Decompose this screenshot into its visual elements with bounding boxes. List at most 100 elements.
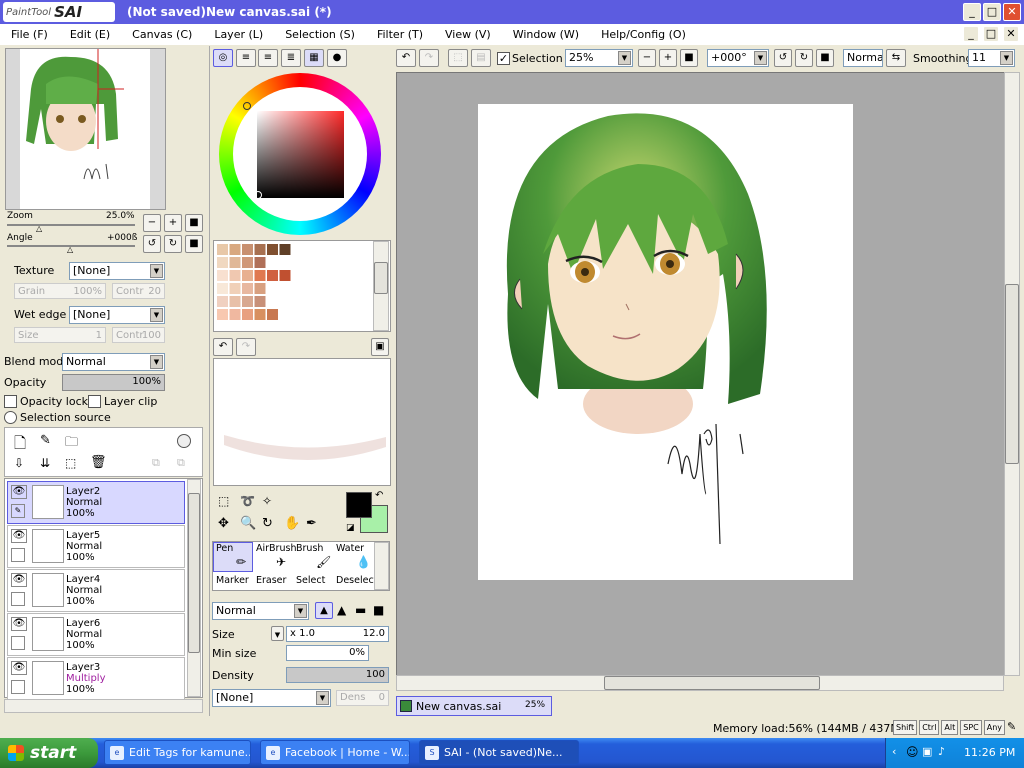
doc-close-button[interactable]: ✕ bbox=[1003, 26, 1019, 42]
layer-list-hscrollbar[interactable] bbox=[4, 699, 203, 713]
navigator-preview[interactable] bbox=[5, 48, 166, 210]
zoom-in-button[interactable]: + bbox=[164, 214, 182, 232]
brush-texture-select[interactable]: [None] ▼ bbox=[212, 689, 331, 707]
tool-water[interactable]: Water bbox=[336, 543, 364, 554]
toolbar-rotate-ccw-icon[interactable]: ↺ bbox=[774, 49, 792, 67]
color-swatch[interactable] bbox=[242, 283, 253, 294]
doc-restore-button[interactable]: □ bbox=[983, 26, 999, 42]
drawing-canvas[interactable] bbox=[478, 104, 853, 580]
rotate-cw-button[interactable]: ↻ bbox=[164, 235, 182, 253]
color-swatch[interactable] bbox=[217, 270, 228, 281]
swatches-tab-icon[interactable]: ▦ bbox=[304, 49, 324, 67]
zoom-select[interactable]: 25% ▼ bbox=[565, 49, 633, 67]
blend-mode-select[interactable]: Normal ▼ bbox=[62, 353, 165, 371]
maximize-button[interactable]: □ bbox=[983, 3, 1001, 21]
color-swatch[interactable] bbox=[217, 309, 228, 320]
clear-layer-icon[interactable]: ⬚ bbox=[65, 456, 76, 470]
rect-select-icon[interactable]: ⬚ bbox=[218, 494, 229, 508]
color-swatch[interactable] bbox=[254, 296, 266, 307]
texture-select[interactable]: [None] ▼ bbox=[69, 262, 165, 280]
hue-picker-handle[interactable] bbox=[243, 102, 251, 110]
undo-icon[interactable]: ↶ bbox=[396, 49, 416, 67]
zoom-slider[interactable] bbox=[7, 224, 135, 226]
sv-picker-handle[interactable] bbox=[254, 191, 262, 199]
menu-selection[interactable]: Selection (S) bbox=[274, 28, 366, 41]
color-swatch[interactable] bbox=[229, 270, 241, 281]
visibility-eye-icon[interactable]: 👁 bbox=[11, 617, 27, 631]
menu-layer[interactable]: Layer (L) bbox=[203, 28, 274, 41]
color-wheel-tab-icon[interactable]: ◎ bbox=[213, 49, 233, 67]
color-mixer-tab-icon[interactable]: ● bbox=[327, 49, 347, 67]
layer-item[interactable]: 👁 Layer6 Normal 100% bbox=[7, 613, 185, 656]
flip-horizontal-icon[interactable]: ⇆ bbox=[886, 49, 906, 67]
color-swatch[interactable] bbox=[229, 244, 241, 255]
size-slider[interactable]: x 1.0 12.0 bbox=[286, 626, 389, 642]
visibility-eye-icon[interactable]: 👁 bbox=[11, 573, 27, 587]
scratchpad-canvas[interactable] bbox=[213, 358, 391, 486]
hsv-slider-tab-icon[interactable]: ≡ bbox=[258, 49, 278, 67]
start-button[interactable]: start bbox=[0, 738, 98, 768]
scratchpad-undo-icon[interactable]: ↶ bbox=[213, 338, 233, 356]
tool-deselect[interactable]: Deselect bbox=[336, 575, 377, 586]
tip-shape-sharp-icon[interactable]: ▲ bbox=[315, 602, 333, 619]
task-tags[interactable]: e Edit Tags for kamune... bbox=[104, 740, 251, 765]
delete-layer-icon[interactable]: 🗑 bbox=[90, 455, 107, 470]
network-icon[interactable]: ▣ bbox=[922, 745, 932, 758]
layer-edit-toggle-icon[interactable] bbox=[11, 636, 25, 650]
wetedge-select[interactable]: [None] ▼ bbox=[69, 306, 165, 324]
color-swatch[interactable] bbox=[267, 244, 278, 255]
layer-edit-toggle-icon[interactable] bbox=[11, 592, 25, 606]
layer-item[interactable]: 👁 Layer4 Normal 100% bbox=[7, 569, 185, 612]
scratchpad-clear-icon[interactable]: ▣ bbox=[371, 338, 389, 356]
menu-help[interactable]: Help/Config (O) bbox=[590, 28, 697, 41]
volume-icon[interactable]: ♪ bbox=[938, 745, 945, 758]
toolbar-rotate-cw-icon[interactable]: ↻ bbox=[795, 49, 813, 67]
tip-shape-flat-icon[interactable]: ▬ bbox=[355, 603, 366, 617]
task-sai[interactable]: S SAI - (Not saved)Ne... bbox=[419, 740, 579, 765]
color-swatch[interactable] bbox=[217, 296, 228, 307]
density-slider[interactable]: 100 bbox=[286, 667, 389, 683]
angle-select[interactable]: +000° ▼ bbox=[707, 49, 769, 67]
color-swatch[interactable] bbox=[217, 257, 228, 268]
tool-select[interactable]: Select bbox=[296, 575, 325, 586]
messenger-icon[interactable]: ☺ bbox=[906, 745, 919, 759]
color-swatch[interactable] bbox=[254, 257, 266, 268]
canvas-vscroll-thumb[interactable] bbox=[1005, 284, 1019, 464]
color-swatch[interactable] bbox=[217, 283, 228, 294]
reset-colors-icon[interactable]: ◪ bbox=[346, 523, 355, 533]
rgb-slider-tab-icon[interactable]: ≡ bbox=[236, 49, 256, 67]
size-dropdown-icon[interactable]: ▼ bbox=[271, 626, 284, 641]
visibility-eye-icon[interactable]: 👁 bbox=[11, 529, 27, 543]
transfer-down-icon[interactable]: ⇩ bbox=[14, 456, 24, 470]
layer-edit-toggle-icon[interactable] bbox=[11, 548, 25, 562]
visibility-eye-icon[interactable]: 👁 bbox=[11, 485, 27, 499]
layer-item[interactable]: 👁 Layer5 Normal 100% bbox=[7, 525, 185, 568]
canvas-hscroll-thumb[interactable] bbox=[604, 676, 820, 690]
tool-list-scrollbar[interactable] bbox=[374, 542, 389, 590]
smoothing-select[interactable]: 11 ▼ bbox=[968, 49, 1015, 67]
menu-window[interactable]: Window (W) bbox=[502, 28, 590, 41]
selection-source-radio[interactable] bbox=[4, 411, 17, 424]
doc-minimize-button[interactable]: _ bbox=[963, 26, 979, 42]
color-swatch[interactable] bbox=[267, 270, 278, 281]
move-icon[interactable]: ✥ bbox=[218, 516, 229, 531]
color-swatch[interactable] bbox=[279, 270, 291, 281]
canvas-tab[interactable]: New canvas.sai 25% bbox=[396, 696, 552, 716]
new-linework-layer-icon[interactable]: ✎ bbox=[40, 433, 51, 448]
opacity-slider[interactable]: 100% bbox=[62, 374, 165, 391]
new-folder-icon[interactable]: 🗀 bbox=[65, 433, 78, 455]
color-swatch[interactable] bbox=[242, 296, 253, 307]
selection-checkbox[interactable]: ✓ bbox=[497, 52, 510, 65]
toolbar-zoom-out-icon[interactable]: − bbox=[638, 49, 656, 67]
color-swatch[interactable] bbox=[254, 244, 266, 255]
view-mode-select[interactable]: Normal bbox=[843, 49, 883, 67]
rotate-icon[interactable]: ↻ bbox=[262, 516, 273, 531]
zoom-slider-handle[interactable]: △ bbox=[36, 224, 42, 233]
angle-slider-handle[interactable]: △ bbox=[67, 245, 73, 254]
toolbar-zoom-reset-icon[interactable]: ■ bbox=[680, 49, 698, 67]
color-swatch[interactable] bbox=[267, 309, 278, 320]
layer-edit-toggle-icon[interactable] bbox=[11, 680, 25, 694]
saturation-value-square[interactable] bbox=[257, 111, 344, 198]
minsize-slider[interactable]: 0% bbox=[286, 645, 369, 661]
brush-mode-select[interactable]: Normal ▼ bbox=[212, 602, 309, 620]
